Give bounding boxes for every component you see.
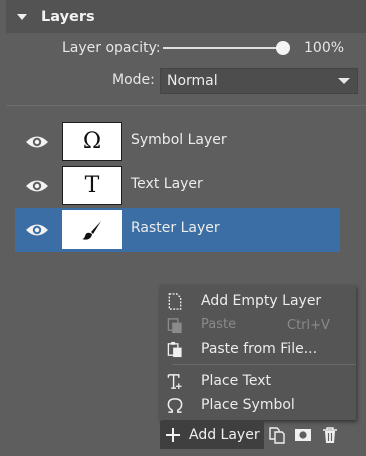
paste-from-file-icon [167, 341, 182, 358]
collapse-caret-icon[interactable] [17, 13, 27, 20]
layer-row[interactable]: Ω Symbol Layer [15, 120, 340, 164]
menu-item-label: Paste [201, 317, 237, 332]
menu-item-place-text[interactable]: Place Text [160, 369, 356, 393]
new-layer-icon [168, 293, 182, 310]
menu-item-label: Place Text [201, 373, 271, 389]
layer-mask-icon[interactable] [294, 426, 312, 444]
layer-thumbnail: Ω [62, 122, 122, 161]
add-layer-label: Add Layer [189, 427, 260, 443]
text-layer-icon: T [84, 173, 100, 198]
eye-icon[interactable] [25, 222, 49, 238]
divider [6, 105, 366, 106]
menu-item-paste[interactable]: Paste Ctrl+V [160, 313, 356, 337]
mode-label: Mode: [112, 72, 155, 88]
mode-select[interactable]: Normal [160, 68, 358, 94]
opacity-slider-thumb[interactable] [276, 41, 290, 55]
brush-icon [82, 220, 101, 240]
layer-name: Text Layer [131, 176, 203, 192]
plus-icon [166, 428, 180, 442]
layer-row-selected[interactable]: Raster Layer [15, 208, 340, 252]
layers-panel-header[interactable]: Layers [6, 0, 366, 33]
text-icon [167, 374, 182, 390]
add-layer-button[interactable]: Add Layer [160, 421, 264, 449]
opacity-slider-track[interactable] [163, 47, 289, 49]
menu-item-label: Paste from File... [201, 341, 318, 357]
menu-item-paste-from-file[interactable]: Paste from File... [160, 337, 356, 361]
menu-item-add-empty-layer[interactable]: Add Empty Layer [160, 289, 356, 313]
layer-name: Symbol Layer [131, 132, 227, 148]
menu-separator [172, 364, 356, 365]
omega-icon: Ω [82, 129, 102, 154]
opacity-label: Layer opacity: [62, 40, 161, 56]
menu-item-label: Place Symbol [201, 397, 295, 413]
omega-icon [167, 398, 183, 413]
opacity-value: 100% [304, 40, 345, 56]
layer-thumbnail [62, 210, 122, 249]
layer-name: Raster Layer [131, 220, 220, 236]
trash-icon[interactable] [321, 426, 339, 444]
menu-item-place-symbol[interactable]: Place Symbol [160, 393, 356, 417]
eye-icon[interactable] [25, 178, 49, 194]
eye-icon[interactable] [25, 134, 49, 150]
menu-item-shortcut: Ctrl+V [287, 318, 330, 333]
mode-select-value: Normal [167, 73, 218, 89]
menu-item-label: Add Empty Layer [201, 293, 322, 309]
layer-row[interactable]: T Text Layer [15, 164, 340, 208]
add-layer-menu: Add Empty Layer Paste Ctrl+V Paste from … [160, 285, 356, 420]
layer-thumbnail: T [62, 166, 122, 205]
panel-title: Layers [41, 8, 95, 25]
chevron-down-icon [338, 78, 350, 84]
paste-icon [167, 318, 182, 334]
duplicate-layer-icon[interactable] [268, 426, 286, 444]
